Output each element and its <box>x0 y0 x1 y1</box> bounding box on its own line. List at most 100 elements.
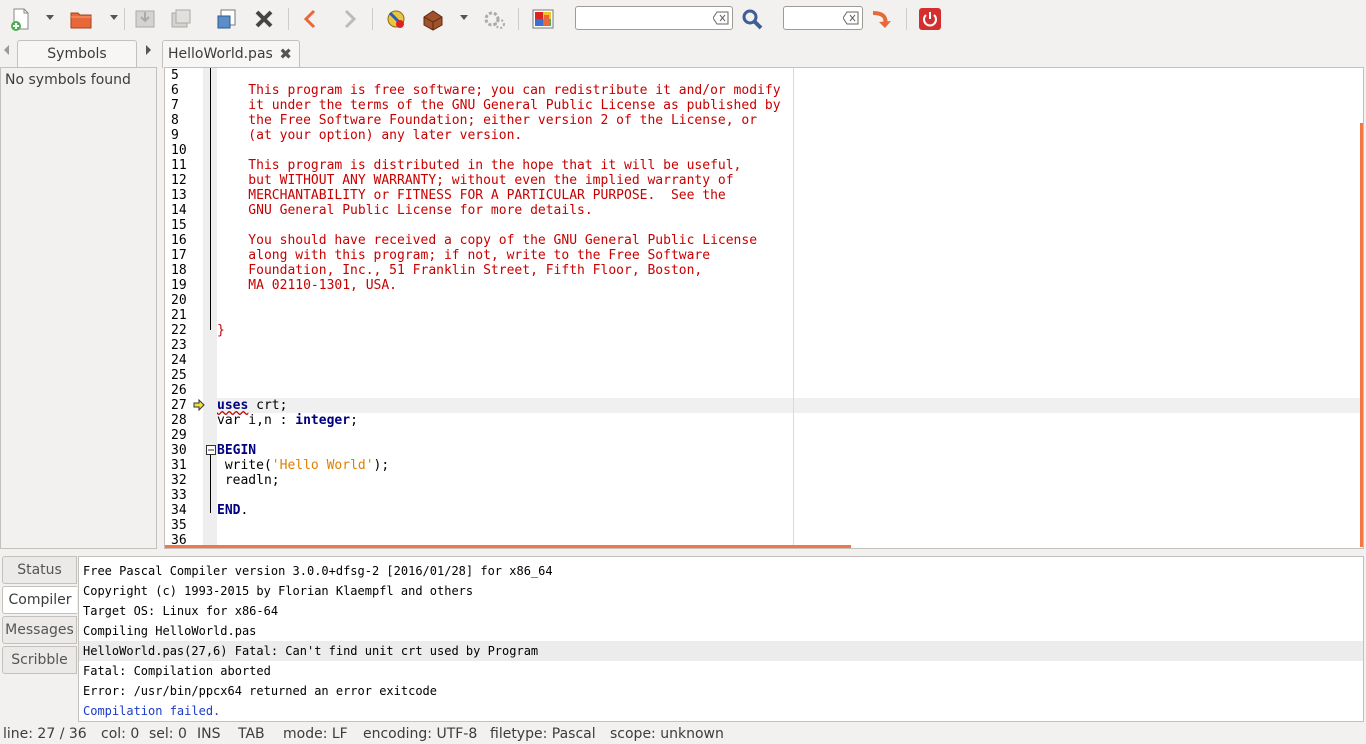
tab-messages[interactable]: Messages <box>2 616 77 644</box>
code-token: ); <box>373 458 390 473</box>
code-token: . <box>240 503 249 518</box>
compiler-message[interactable]: Compilation failed. <box>79 701 1363 721</box>
keyword: integer <box>295 413 351 428</box>
line-number: 27 <box>171 398 187 413</box>
horizontal-scroll-marker <box>165 545 851 548</box>
line-number: 20 <box>171 293 187 308</box>
line-number: 36 <box>171 533 187 548</box>
status-ins: INS <box>197 726 221 742</box>
code-line: END. <box>217 503 248 518</box>
code-line: readln; <box>217 473 280 488</box>
line-number: 11 <box>171 158 187 173</box>
tab-scribble[interactable]: Scribble <box>2 646 77 674</box>
line-number: 21 <box>171 308 187 323</box>
symbols-empty-text: No symbols found <box>5 72 131 88</box>
status-tab: TAB <box>238 726 265 742</box>
code-line: MA 02110-1301, USA. <box>217 278 398 293</box>
code-line: along with this program; if not, write t… <box>217 248 711 263</box>
compiler-message[interactable]: Fatal: Compilation aborted <box>79 661 1363 681</box>
status-encoding: encoding: UTF-8 <box>363 726 478 742</box>
code-line: the Free Software Foundation; either ver… <box>217 113 758 128</box>
line-number: 25 <box>171 368 187 383</box>
build-dropdown-icon[interactable] <box>460 15 468 20</box>
line-number: 16 <box>171 233 187 248</box>
search-input[interactable] <box>575 6 733 30</box>
code-line: This program is free software; you can r… <box>217 83 781 98</box>
status-mode: mode: LF <box>283 726 348 742</box>
line-number: 13 <box>171 188 187 203</box>
code-token: var <box>217 413 241 428</box>
line-number: 24 <box>171 353 187 368</box>
line-number: 26 <box>171 383 187 398</box>
compile-icon[interactable] <box>383 6 409 32</box>
code-editor[interactable]: 56 This program is free software; you ca… <box>164 67 1364 549</box>
line-number: 18 <box>171 263 187 278</box>
line-number: 6 <box>171 83 179 98</box>
compiler-message[interactable]: Compiling HelloWorld.pas <box>79 621 1363 641</box>
build-icon[interactable] <box>420 6 446 32</box>
tab-compiler[interactable]: Compiler <box>2 586 77 614</box>
back-icon[interactable] <box>298 6 324 32</box>
compiler-message[interactable]: Copyright (c) 1993-2015 by Florian Klaem… <box>79 581 1363 601</box>
tab-status[interactable]: Status <box>2 556 77 584</box>
code-line: var i,n : integer; <box>217 413 358 428</box>
status-sel: sel: 0 <box>149 726 187 742</box>
quit-icon[interactable] <box>917 6 943 32</box>
line-number: 14 <box>171 203 187 218</box>
code-line: but WITHOUT ANY WARRANTY; without even t… <box>217 173 734 188</box>
line-number: 10 <box>171 143 187 158</box>
compiler-message[interactable]: Target OS: Linux for x86-64 <box>79 601 1363 621</box>
line-number: 32 <box>171 473 187 488</box>
open-file-icon[interactable] <box>68 6 94 32</box>
compiler-message[interactable]: Free Pascal Compiler version 3.0.0+dfsg-… <box>79 561 1363 581</box>
new-file-dropdown-icon[interactable] <box>46 15 54 20</box>
tab-scroll-right-icon[interactable] <box>146 45 151 55</box>
close-icon[interactable] <box>251 6 277 32</box>
save-all-icon[interactable] <box>168 6 194 32</box>
line-number: 7 <box>171 98 179 113</box>
code-token: crt; <box>248 398 288 413</box>
symbols-panel: No symbols found <box>0 67 157 549</box>
code-token: i,n : <box>240 413 296 428</box>
tab-symbols[interactable]: Symbols <box>17 40 137 68</box>
color-chooser-icon[interactable] <box>530 6 556 32</box>
line-number: 9 <box>171 128 179 143</box>
code-line: } <box>217 323 225 338</box>
search-icon[interactable] <box>739 6 765 32</box>
code-line: Foundation, Inc., 51 Franklin Street, Fi… <box>217 263 703 278</box>
clear-search-icon[interactable] <box>713 11 729 25</box>
line-number: 12 <box>171 173 187 188</box>
tab-scroll-left-icon[interactable] <box>4 45 9 55</box>
clear-goto-icon[interactable] <box>843 11 859 25</box>
status-scope: scope: unknown <box>610 726 724 742</box>
code-token: write( <box>217 458 272 473</box>
save-icon[interactable] <box>132 6 158 32</box>
line-number: 34 <box>171 503 187 518</box>
toolbar <box>0 0 1366 40</box>
open-file-dropdown-icon[interactable] <box>110 15 118 20</box>
reload-icon[interactable] <box>214 6 240 32</box>
forward-icon[interactable] <box>336 6 362 32</box>
keyword: uses <box>217 398 249 413</box>
compiler-message[interactable]: HelloWorld.pas(27,6) Fatal: Can't find u… <box>79 641 1363 661</box>
line-number: 22 <box>171 323 187 338</box>
status-col: col: 0 <box>101 726 140 742</box>
close-tab-icon[interactable]: ✖ <box>279 41 292 67</box>
line-number: 23 <box>171 338 187 353</box>
line-number: 33 <box>171 488 187 503</box>
execute-icon[interactable] <box>482 6 508 32</box>
code-line: uses crt; <box>217 398 287 413</box>
compiler-output[interactable]: Free Pascal Compiler version 3.0.0+dfsg-… <box>78 556 1364 722</box>
line-number: 8 <box>171 113 179 128</box>
code-line: BEGIN <box>217 443 256 458</box>
tab-helloworld-pas[interactable]: HelloWorld.pas ✖ <box>162 40 300 68</box>
code-line: You should have received a copy of the G… <box>217 233 758 248</box>
goto-line-input[interactable] <box>783 6 863 30</box>
fold-line <box>210 453 211 513</box>
compiler-message[interactable]: Error: /usr/bin/ppcx64 returned an error… <box>79 681 1363 701</box>
status-bar: line: 27 / 36 col: 0 sel: 0 INS TAB mode… <box>0 724 1366 744</box>
code-line: write('Hello World'); <box>217 458 389 473</box>
new-file-icon[interactable] <box>8 6 34 32</box>
fold-toggle-icon[interactable] <box>206 445 216 455</box>
goto-line-icon[interactable] <box>868 6 894 32</box>
